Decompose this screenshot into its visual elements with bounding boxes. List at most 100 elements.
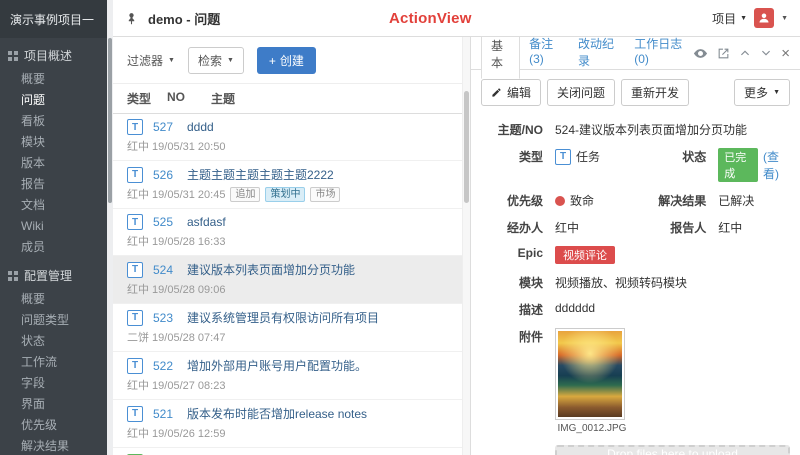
file-dropzone[interactable]: Drop files here to upload — [555, 445, 790, 455]
plus-icon: + — [268, 53, 276, 68]
sidebar-item-解决结果[interactable]: 解决结果 — [0, 436, 113, 455]
sidebar-item-模块[interactable]: 模块 — [0, 132, 113, 153]
issue-no-link[interactable]: 521 — [153, 407, 187, 421]
sidebar-item-看板[interactable]: 看板 — [0, 111, 113, 132]
issue-no-link[interactable]: 526 — [153, 168, 187, 182]
issue-row[interactable]: I520wiki文件保存时建议增加备注，方便将来版本查看红中 19/05/26 … — [113, 448, 470, 455]
next-issue-chevron-down-icon[interactable] — [760, 47, 772, 59]
share-icon[interactable] — [717, 47, 730, 60]
attachment-thumbnail[interactable] — [555, 328, 625, 420]
issue-tag: 市场 — [310, 186, 341, 202]
issue-subject-link[interactable]: 版本发布时能否增加release notes — [187, 405, 367, 422]
sidebar-item-工作流[interactable]: 工作流 — [0, 352, 113, 373]
status-label: 状态 — [682, 150, 707, 164]
sidebar-section-title[interactable]: 项目概述 — [0, 38, 113, 69]
issue-row[interactable]: T 527 dddd 红中 19/05/31 20:50 — [113, 114, 470, 161]
sidebar-item-优先级[interactable]: 优先级 — [0, 415, 113, 436]
issue-row[interactable]: T 525 asfdasf 红中 19/05/28 16:33 — [113, 209, 470, 256]
project-name[interactable]: 演示事例项目一 — [0, 0, 113, 38]
sidebar-item-版本[interactable]: 版本 — [0, 153, 113, 174]
sidebar-section-title[interactable]: 配置管理 — [0, 258, 113, 289]
issue-list-scrollbar-thumb[interactable] — [464, 91, 469, 203]
detail-tab-基本[interactable]: 基本 — [481, 37, 521, 79]
grid-icon — [8, 270, 18, 281]
more-label: 更多 — [744, 86, 769, 100]
watch-eye-icon[interactable] — [693, 46, 708, 61]
issue-no-link[interactable]: 525 — [153, 215, 187, 229]
detail-actions: 编辑 关闭问题 重新开发 更多 ▼ — [471, 70, 800, 114]
field-epic: Epic 视频评论 — [481, 241, 790, 269]
close-issue-button[interactable]: 关闭问题 — [547, 79, 616, 106]
dropzone-text: Drop files here to upload — [607, 447, 738, 455]
issue-row[interactable]: T 524 建议版本列表页面增加分页功能 红中 19/05/28 09:06 — [113, 256, 470, 304]
create-label: 创建 — [279, 54, 304, 68]
issue-row[interactable]: T 521 版本发布时能否增加release notes 红中 19/05/26 12… — [113, 400, 470, 448]
sidebar-item-Wiki[interactable]: Wiki — [0, 216, 113, 237]
issue-type-badge: T — [127, 357, 143, 374]
sidebar-pin-icon[interactable] — [125, 12, 138, 25]
issue-type-badge: T — [127, 405, 143, 422]
issue-type-badge: T — [127, 214, 143, 230]
issue-row[interactable]: T 526 主题主题主题主题主题2222 红中 19/05/31 20:45 追加 策划中… — [113, 161, 470, 209]
project-menu-label: 项目 — [712, 11, 737, 26]
sidebar-item-字段[interactable]: 字段 — [0, 373, 113, 394]
sidebar-item-状态[interactable]: 状态 — [0, 331, 113, 352]
filter-dropdown[interactable]: 过滤器 ▼ — [127, 52, 175, 69]
sidebar-item-问题[interactable]: 问题 — [0, 90, 113, 111]
sidebar-item-报告[interactable]: 报告 — [0, 174, 113, 195]
issue-list-panel: 过滤器 ▼ 检索 ▼ + 创建 类型 NO 主题 T 527 dddd 红中 1… — [113, 37, 470, 455]
attachment-image — [558, 331, 622, 417]
user-menu-chevron-icon[interactable]: ▼ — [781, 15, 788, 22]
sidebar-item-概要[interactable]: 概要 — [0, 69, 113, 90]
project-menu-button[interactable]: 项目 ▼ — [712, 10, 747, 27]
more-button[interactable]: 更多 ▼ — [734, 79, 790, 106]
field-attachment: 附件 IMG_0012.JPG — [481, 323, 790, 439]
reopen-issue-button[interactable]: 重新开发 — [621, 79, 690, 106]
issue-row[interactable]: T 522 增加外部用户账号用户配置功能。 红中 19/05/27 08:23 — [113, 352, 470, 400]
issue-no-link[interactable]: 523 — [153, 311, 187, 325]
issue-no-link[interactable]: 522 — [153, 359, 187, 373]
module-label: 模块 — [518, 276, 543, 290]
issue-subject-link[interactable]: 增加外部用户账号用户配置功能。 — [187, 357, 367, 374]
sidebar-item-成员[interactable]: 成员 — [0, 237, 113, 258]
create-issue-button[interactable]: + 创建 — [256, 47, 316, 74]
sidebar-item-文档[interactable]: 文档 — [0, 195, 113, 216]
prev-issue-chevron-up-icon[interactable] — [739, 47, 751, 59]
issue-subject-link[interactable]: 主题主题主题主题主题2222 — [187, 166, 334, 183]
search-dropdown[interactable]: 检索 ▼ — [187, 47, 244, 74]
issue-list-scrollbar[interactable] — [462, 37, 470, 455]
edit-label: 编辑 — [507, 86, 532, 100]
field-resolution: 解决结果 已解决 — [644, 192, 790, 209]
search-label: 检索 — [197, 54, 222, 68]
issue-row[interactable]: T 523 建议系统管理员有权限访问所有项目 二饼 19/05/28 07:47 — [113, 304, 470, 352]
reporter-label: 报告人 — [670, 221, 707, 235]
issue-subject-link[interactable]: 建议系统管理员有权限访问所有项目 — [187, 309, 379, 326]
status-view-link[interactable]: (查看) — [763, 148, 790, 182]
issue-list-toolbar: 过滤器 ▼ 检索 ▼ + 创建 — [113, 37, 470, 83]
issue-meta: 红中 19/05/28 09:06 — [127, 284, 226, 296]
edit-button[interactable]: 编辑 — [481, 79, 542, 106]
sidebar-item-问题类型[interactable]: 问题类型 — [0, 310, 113, 331]
issue-subject-link[interactable]: 建议版本列表页面增加分页功能 — [187, 261, 355, 278]
sidebar-section-label: 配置管理 — [24, 269, 73, 283]
issue-type-badge: T — [127, 309, 143, 326]
filter-label: 过滤器 — [127, 54, 164, 68]
issue-no-link[interactable]: 527 — [153, 120, 187, 134]
attachment-item: IMG_0012.JPG — [555, 328, 629, 434]
epic-badge: 视频评论 — [555, 246, 615, 264]
chevron-down-icon: ▼ — [773, 89, 780, 96]
field-priority-resolution: 优先级 致命 解决结果 已解决 — [481, 187, 790, 214]
field-type: 类型 T 任务 — [481, 148, 644, 165]
close-detail-icon[interactable]: × — [781, 46, 790, 61]
type-value: 任务 — [576, 150, 601, 164]
field-assignee: 经办人 红中 — [481, 219, 644, 236]
issue-no-link[interactable]: 524 — [153, 263, 187, 277]
field-description: 描述 dddddd — [481, 296, 790, 323]
sidebar-item-界面[interactable]: 界面 — [0, 394, 113, 415]
user-avatar[interactable] — [754, 8, 775, 28]
sidebar-scrollbar-thumb[interactable] — [108, 38, 112, 203]
detail-tabbar: 基本 备注(3) 改动纪录 工作日志(0) × — [471, 37, 800, 79]
issue-subject-link[interactable]: dddd — [187, 120, 214, 134]
issue-subject-link[interactable]: asfdasf — [187, 215, 226, 229]
sidebar-item-概要[interactable]: 概要 — [0, 289, 113, 310]
